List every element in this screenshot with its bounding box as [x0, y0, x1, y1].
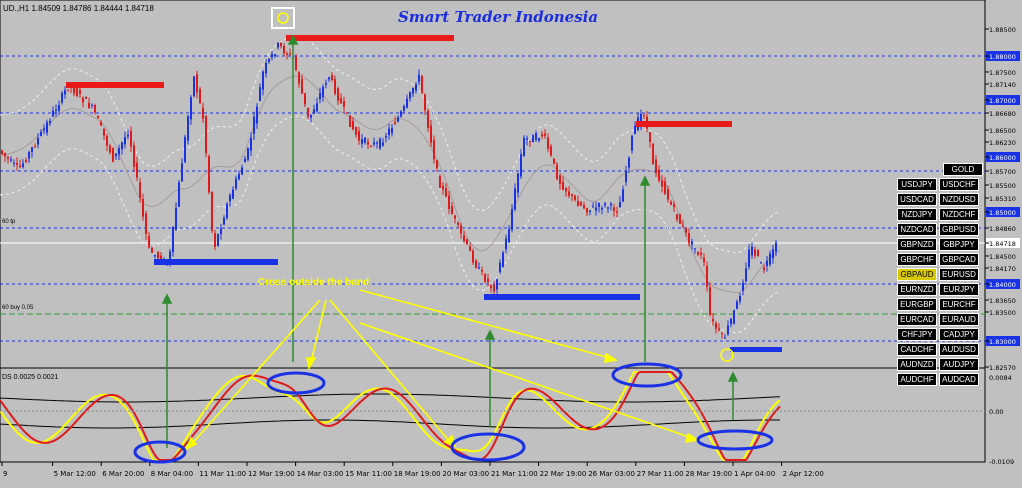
- symbol-gbpchf[interactable]: GBPCHF: [897, 253, 937, 266]
- symbol-nzdcad[interactable]: NZDCAD: [897, 223, 937, 236]
- symbol-gold[interactable]: GOLD: [943, 163, 983, 176]
- time-tick: 22 Mar 19:00: [540, 470, 587, 478]
- indicator-scale[interactable]: 0.0084 0.00 -0.0109: [989, 374, 1014, 466]
- time-tick: 14 Mar 03:00: [297, 470, 344, 478]
- price-tick: 1.85500: [989, 182, 1016, 190]
- symbol-eurnzd[interactable]: EURNZD: [897, 283, 937, 296]
- time-tick: 18 Mar 19:00: [394, 470, 441, 478]
- price-tick: 1.87000: [989, 97, 1016, 105]
- symbol-gbpjpy[interactable]: GBPJPY: [939, 238, 979, 251]
- symbol-nzdjpy[interactable]: NZDJPY: [897, 208, 937, 221]
- price-scale[interactable]: 1.88500 1.88000 1.87500 1.87140 1.87000 1.866…: [985, 26, 1020, 372]
- indicator-label: DS 0.0025 0.0021: [2, 374, 59, 381]
- symbol-eurjpy[interactable]: EURJPY: [939, 283, 979, 296]
- time-tick: 28 Mar 19:00: [685, 470, 732, 478]
- time-tick: 15 Mar 11:00: [345, 470, 392, 478]
- symbol-eurusd[interactable]: EURUSD: [939, 268, 979, 281]
- price-tick: 1.87140: [989, 81, 1016, 89]
- price-tick: 1.85000: [989, 209, 1016, 217]
- price-tick: 1.85310: [989, 195, 1016, 203]
- time-tick: 20 Mar 03:00: [442, 470, 489, 478]
- symbol-gbpusd[interactable]: GBPUSD: [939, 223, 979, 236]
- time-tick: 8 Mar 04:00: [151, 470, 193, 478]
- time-tick: 6 Mar 20:00: [102, 470, 144, 478]
- price-tick: 1.84000: [989, 281, 1016, 289]
- price-tick: 1.83000: [989, 338, 1016, 346]
- symbol-audnzd[interactable]: AUDNZD: [897, 358, 937, 371]
- price-tick: 1.86500: [989, 127, 1016, 135]
- symbol-audusd[interactable]: AUDUSD: [939, 343, 979, 356]
- chart-canvas[interactable]: 1.88500 1.88000 1.87500 1.87140 1.87000 1.866…: [0, 0, 1022, 484]
- price-tick: 1.85700: [989, 168, 1016, 176]
- symbol-cadchf[interactable]: CADCHF: [897, 343, 937, 356]
- chart-area[interactable]: 1.88500 1.88000 1.87500 1.87140 1.87000 1.866…: [0, 0, 1022, 484]
- price-tick: 1.83500: [989, 309, 1016, 317]
- buy-level-label: 60 buy 0.05: [2, 305, 34, 311]
- symbol-gbpnzd[interactable]: GBPNZD: [897, 238, 937, 251]
- price-tick: 1.86680: [989, 110, 1016, 118]
- time-tick: 11 Mar 11:00: [199, 470, 246, 478]
- ind-tick: -0.0109: [989, 458, 1014, 466]
- symbol-eurchf[interactable]: EURCHF: [939, 298, 979, 311]
- time-tick: 1 Apr 04:00: [734, 470, 775, 478]
- symbol-usdcad[interactable]: USDCAD: [897, 193, 937, 206]
- time-tick: 26 Mar 03:00: [588, 470, 635, 478]
- price-tick: 1.84860: [989, 225, 1016, 233]
- symbol-usdjpy[interactable]: USDJPY: [897, 178, 937, 191]
- time-tick: 2 Apr 12:00: [783, 470, 824, 478]
- price-tick: 1.86000: [989, 154, 1016, 162]
- symbol-gbpaud[interactable]: GBPAUD: [897, 268, 937, 281]
- time-tick: 9: [3, 470, 7, 478]
- symbol-euraud[interactable]: EURAUD: [939, 313, 979, 326]
- symbol-eurgbp[interactable]: EURGBP: [897, 298, 937, 311]
- symbol-usdchf[interactable]: USDCHF: [939, 178, 979, 191]
- symbol-nzdchf[interactable]: NZDCHF: [939, 208, 979, 221]
- price-tick: 1.84718: [989, 240, 1016, 248]
- time-axis[interactable]: 9 5 Mar 12:00 6 Mar 20:00 8 Mar 04:00 11 Mar…: [1, 462, 824, 478]
- symbol-chfjpy[interactable]: CHFJPY: [897, 328, 937, 341]
- symbol-audjpy[interactable]: AUDJPY: [939, 358, 979, 371]
- price-tick: 1.84500: [989, 253, 1016, 261]
- price-tick: 1.87500: [989, 69, 1016, 77]
- symbol-cadjpy[interactable]: CADJPY: [939, 328, 979, 341]
- time-tick: 5 Mar 12:00: [54, 470, 96, 478]
- price-tick: 1.88000: [989, 53, 1016, 61]
- chart-title: Smart Trader Indonesia: [398, 8, 599, 26]
- symbol-audchf[interactable]: AUDCHF: [897, 373, 937, 386]
- symbol-info: UD.,H1 1.84509 1.84786 1.84444 1.84718: [3, 4, 154, 13]
- symbol-panel: GOLD USDJPY USDCHF USDCAD NZDUSD NZDJPY NZDCHF…: [897, 163, 983, 388]
- tp-level-label: 60 tp: [2, 219, 16, 225]
- symbol-gbpcad[interactable]: GBPCAD: [939, 253, 979, 266]
- annotation-text: Cross outside the band: [258, 277, 370, 288]
- ind-tick: 0.0084: [989, 374, 1012, 382]
- ind-tick: 0.00: [989, 408, 1003, 416]
- symbol-audcad[interactable]: AUDCAD: [939, 373, 979, 386]
- price-tick: 1.82570: [989, 364, 1016, 372]
- price-tick: 1.83650: [989, 297, 1016, 305]
- price-tick: 1.86230: [989, 139, 1016, 147]
- time-tick: 27 Mar 11:00: [637, 470, 684, 478]
- symbol-eurcad[interactable]: EURCAD: [897, 313, 937, 326]
- time-tick: 12 Mar 19:00: [248, 470, 295, 478]
- price-tick: 1.88500: [989, 26, 1016, 34]
- main-panel: [0, 0, 986, 369]
- price-tick: 1.84170: [989, 265, 1016, 273]
- time-tick: 21 Mar 11:00: [491, 470, 538, 478]
- symbol-nzdusd[interactable]: NZDUSD: [939, 193, 979, 206]
